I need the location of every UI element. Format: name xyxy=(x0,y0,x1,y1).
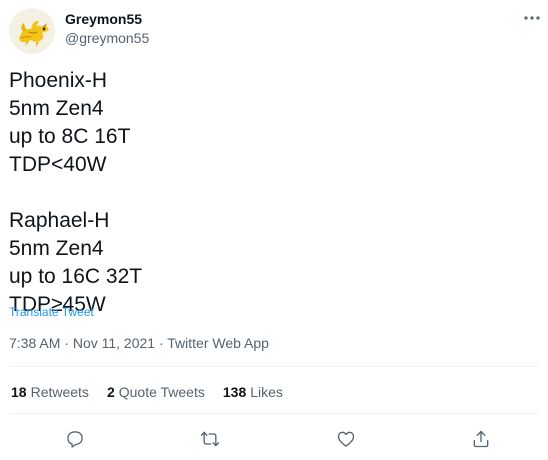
retweet-button[interactable] xyxy=(193,426,227,452)
reply-button[interactable] xyxy=(58,426,92,452)
share-button[interactable] xyxy=(464,426,498,452)
share-icon xyxy=(473,430,489,448)
heart-icon xyxy=(337,431,354,447)
tweet-time[interactable]: 7:38 AM xyxy=(9,335,60,351)
divider xyxy=(9,413,539,414)
quote-tweets-stat[interactable]: 2 Quote Tweets xyxy=(107,384,205,400)
retweets-stat[interactable]: 18 Retweets xyxy=(11,384,89,400)
tweet-stats: 18 Retweets 2 Quote Tweets 138 Likes xyxy=(11,384,283,400)
reply-icon xyxy=(67,431,83,448)
meta-separator: · xyxy=(155,335,168,351)
avatar[interactable] xyxy=(9,8,55,54)
meta-separator: · xyxy=(60,335,73,351)
author-display-name[interactable]: Greymon55 xyxy=(65,11,142,27)
avatar-dragon-image xyxy=(9,8,55,54)
translate-tweet-link[interactable]: Translate Tweet xyxy=(9,305,94,319)
likes-label: Likes xyxy=(250,384,283,400)
retweets-label: Retweets xyxy=(30,384,89,400)
tweet-metadata: 7:38 AM · Nov 11, 2021 · Twitter Web App xyxy=(9,335,269,351)
tweet-date[interactable]: Nov 11, 2021 xyxy=(73,335,155,351)
likes-count: 138 xyxy=(222,384,247,400)
author-handle[interactable]: @greymon55 xyxy=(65,30,149,46)
quote-tweets-label: Quote Tweets xyxy=(118,384,205,400)
quote-tweets-count: 2 xyxy=(106,384,115,400)
tweet-actions xyxy=(58,426,498,452)
like-button[interactable] xyxy=(329,426,363,452)
retweet-icon xyxy=(201,431,220,447)
retweets-count: 18 xyxy=(11,384,27,400)
more-horizontal-icon xyxy=(524,16,540,20)
tweet-source[interactable]: Twitter Web App xyxy=(167,335,269,351)
likes-stat[interactable]: 138 Likes xyxy=(223,384,283,400)
tweet-text: Phoenix-H 5nm Zen4 up to 8C 16T TDP<40W … xyxy=(9,69,143,316)
more-options-button[interactable] xyxy=(519,8,545,28)
divider xyxy=(9,366,539,367)
